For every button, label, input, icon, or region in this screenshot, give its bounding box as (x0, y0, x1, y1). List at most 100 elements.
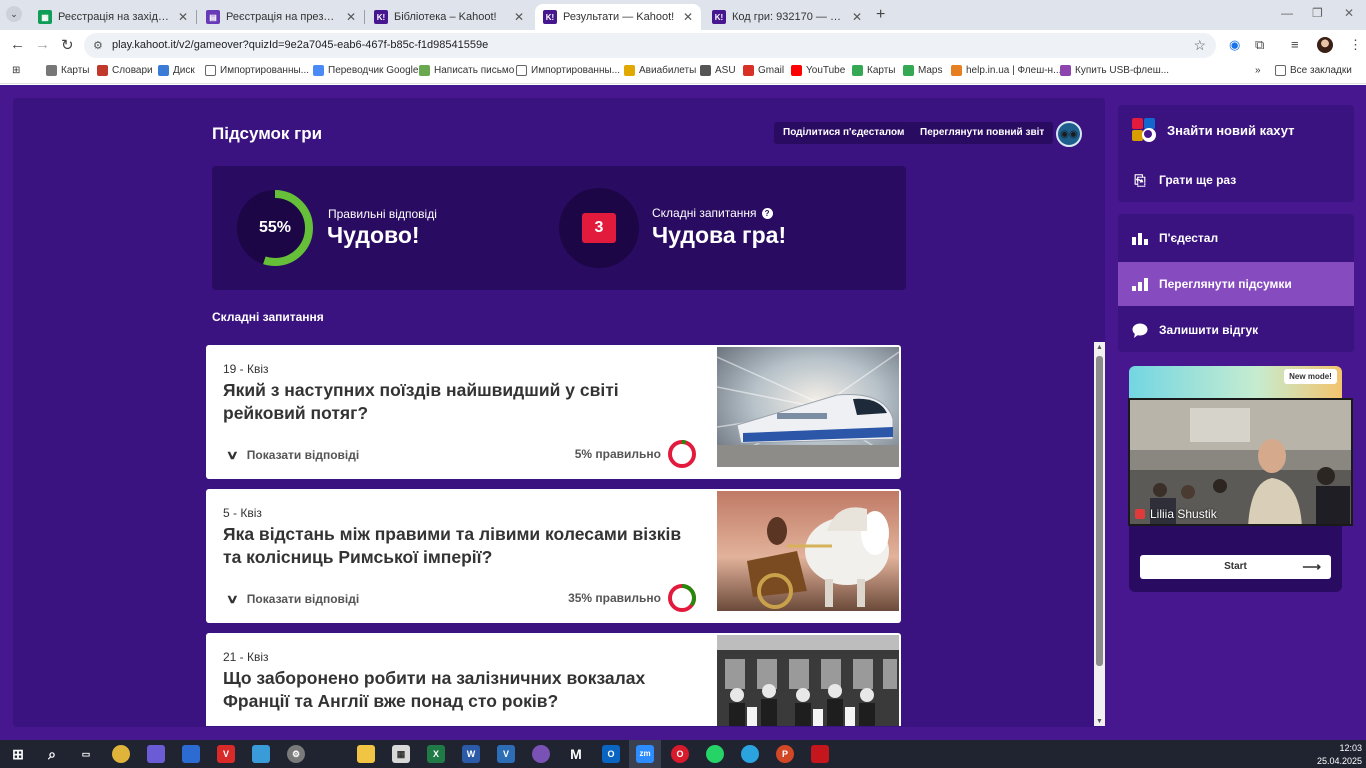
difficult-label-text: Складні запитання (652, 206, 757, 220)
bookmark-item[interactable]: Импортированны... (516, 65, 620, 76)
close-icon[interactable]: ✕ (683, 10, 693, 24)
correct-percent: 55% (258, 219, 292, 236)
chrome-icon[interactable] (112, 745, 130, 763)
tab-search-icon[interactable]: ⌄ (6, 6, 22, 22)
tab-kahoot-game-code[interactable]: K! Код гри: 932170 — Чекаємо на ✕ (704, 4, 870, 30)
translate-extension-icon[interactable]: ◉ (1229, 37, 1240, 53)
word-icon[interactable]: W (462, 745, 480, 763)
podium-label: П'єдестал (1159, 231, 1219, 245)
close-icon[interactable]: ✕ (514, 10, 524, 24)
start-label: Start (1224, 561, 1247, 572)
bookmark-item[interactable]: Карты (46, 65, 90, 76)
minimize-icon[interactable]: — (1281, 6, 1293, 20)
calculator-icon[interactable]: ▦ (392, 745, 410, 763)
clock[interactable]: 12:03 25.04.2025 (1310, 742, 1362, 768)
sidebar-item-view-summary[interactable]: Переглянути підсумки (1118, 262, 1354, 306)
profile-avatar[interactable] (1317, 37, 1333, 53)
show-answers-button[interactable]: ∨ Показати відповіді (226, 592, 359, 606)
bookmark-item[interactable]: help.in.ua | Флеш-н... (951, 65, 1061, 76)
bookmark-item[interactable]: YouTube (791, 65, 845, 76)
bookmark-item[interactable]: Переводчик Google (313, 65, 418, 76)
outlook-icon[interactable]: O (602, 745, 620, 763)
browser-menu-icon[interactable]: ⋮ (1349, 37, 1362, 53)
app-m-icon[interactable]: M (567, 745, 585, 763)
file-explorer-icon[interactable] (357, 745, 375, 763)
sheets-icon: ▦ (38, 10, 52, 24)
promo-start-button[interactable]: Start ⟶ (1140, 555, 1331, 579)
bookmark-item[interactable]: Словари (97, 65, 153, 76)
find-new-kahoot-button[interactable]: Знайти новий кахут (1118, 105, 1354, 155)
excel-icon[interactable]: X (427, 745, 445, 763)
store-icon[interactable] (182, 745, 200, 763)
show-answers-button[interactable]: ∨ Показати відповіді (226, 448, 359, 462)
bookmark-item[interactable]: Диск (158, 65, 195, 76)
app-window-icon[interactable] (252, 745, 270, 763)
whatsapp-icon[interactable] (706, 745, 724, 763)
close-icon[interactable]: ✕ (346, 10, 356, 24)
bookmark-item[interactable]: Написать письмо (419, 65, 514, 76)
bookmark-item[interactable]: ASU (700, 65, 736, 76)
bookmark-label: Карты (867, 65, 896, 76)
app-v-icon[interactable]: V (217, 745, 235, 763)
tab-title: Бібліотека – Kahoot! (394, 11, 497, 23)
search-icon[interactable]: ⌕ (43, 745, 61, 763)
sidebar-item-podium[interactable]: П'єдестал (1118, 216, 1354, 260)
bookmark-label: help.in.ua | Флеш-н... (966, 65, 1062, 76)
window-close-icon[interactable]: ✕ (1344, 6, 1354, 20)
tab-kahoot-results[interactable]: K! Результати — Kahoot! ✕ (535, 4, 701, 30)
scroll-up-arrow-icon[interactable]: ▲ (1096, 344, 1103, 351)
bookmark-item[interactable]: Maps (903, 65, 942, 76)
bookmark-item[interactable]: Импортированны... (205, 65, 309, 76)
page-title: Підсумок гри (212, 124, 323, 143)
all-bookmarks[interactable]: Все закладки (1275, 65, 1352, 76)
bookmark-item[interactable]: Авиабилеты (624, 65, 696, 76)
bookmark-item[interactable]: Gmail (743, 65, 784, 76)
railway-station-photo (717, 635, 899, 726)
participant-name-label: Liliia Shustik (1150, 507, 1217, 521)
bookmark-item[interactable]: Купить USB-флеш... (1060, 65, 1169, 76)
visio-icon[interactable]: V (497, 745, 515, 763)
windows-start-icon[interactable]: ⊞ (9, 745, 27, 763)
viber-icon[interactable] (532, 745, 550, 763)
settings-gear-icon[interactable]: ⚙ (287, 745, 305, 763)
share-podium-button[interactable]: Поділитися п'єдесталом (774, 122, 914, 144)
reload-icon[interactable]: ↻ (61, 36, 74, 54)
apps-grid-icon[interactable]: ⊞ (12, 65, 20, 76)
bookmark-label: Gmail (758, 65, 785, 76)
site-info-icon[interactable]: ⚙ (93, 39, 103, 52)
bookmark-item[interactable]: Карты (852, 65, 896, 76)
tab-kahoot-library[interactable]: K! Бібліотека – Kahoot! ✕ (366, 4, 532, 30)
copilot-icon[interactable] (147, 745, 165, 763)
scroll-down-arrow-icon[interactable]: ▼ (1096, 718, 1103, 725)
restore-icon[interactable]: ❐ (1312, 6, 1323, 20)
play-again-icon: ⎘ (1134, 171, 1146, 188)
bookmark-star-icon[interactable]: ☆ (1193, 37, 1206, 54)
new-tab-plus-icon[interactable]: + (876, 6, 885, 24)
video-call-overlay[interactable]: Liliia Shustik (1128, 398, 1353, 526)
task-view-icon[interactable]: ▭ (77, 745, 95, 763)
help-icon[interactable]: ? (761, 208, 773, 220)
full-report-button[interactable]: Переглянути повний звіт (911, 122, 1054, 144)
close-icon[interactable]: ✕ (852, 10, 862, 24)
bookmark-label: Импортированны... (531, 65, 620, 76)
user-avatar-button[interactable]: ◉◉ (1056, 121, 1082, 147)
extensions-puzzle-icon[interactable]: ⧉ (1255, 37, 1264, 53)
questions-scrollbar[interactable]: ▲ ▼ (1094, 342, 1105, 726)
scrollbar-thumb[interactable] (1096, 356, 1103, 666)
sidebar-item-feedback[interactable]: Залишити відгук (1118, 308, 1354, 352)
tab-registration-responses[interactable]: ▦ Реєстрація на захід (Ответы) - ✕ (30, 4, 196, 30)
powerpoint-icon[interactable]: P (776, 745, 794, 763)
telegram-icon[interactable] (741, 745, 759, 763)
close-icon[interactable]: ✕ (178, 10, 188, 24)
acrobat-icon[interactable] (811, 745, 829, 763)
omnibox[interactable]: ⚙ play.kahoot.it/v2/gameover?quizId=9e2a… (84, 33, 1216, 58)
play-again-button[interactable]: ⎘ Грати ще раз (1118, 158, 1354, 202)
zoom-icon[interactable]: zm (636, 745, 654, 763)
opera-icon[interactable]: O (671, 745, 689, 763)
more-bookmarks-icon[interactable]: » (1255, 65, 1261, 76)
back-arrow-icon[interactable]: ← (10, 36, 25, 53)
url-text[interactable]: play.kahoot.it/v2/gameover?quizId=9e2a70… (112, 39, 488, 51)
media-control-icon[interactable]: ≡ (1291, 37, 1299, 52)
tab-registration-presentation[interactable]: ▤ Реєстрація на презентацію ка ✕ (198, 4, 364, 30)
forward-arrow-icon[interactable]: → (35, 36, 50, 53)
